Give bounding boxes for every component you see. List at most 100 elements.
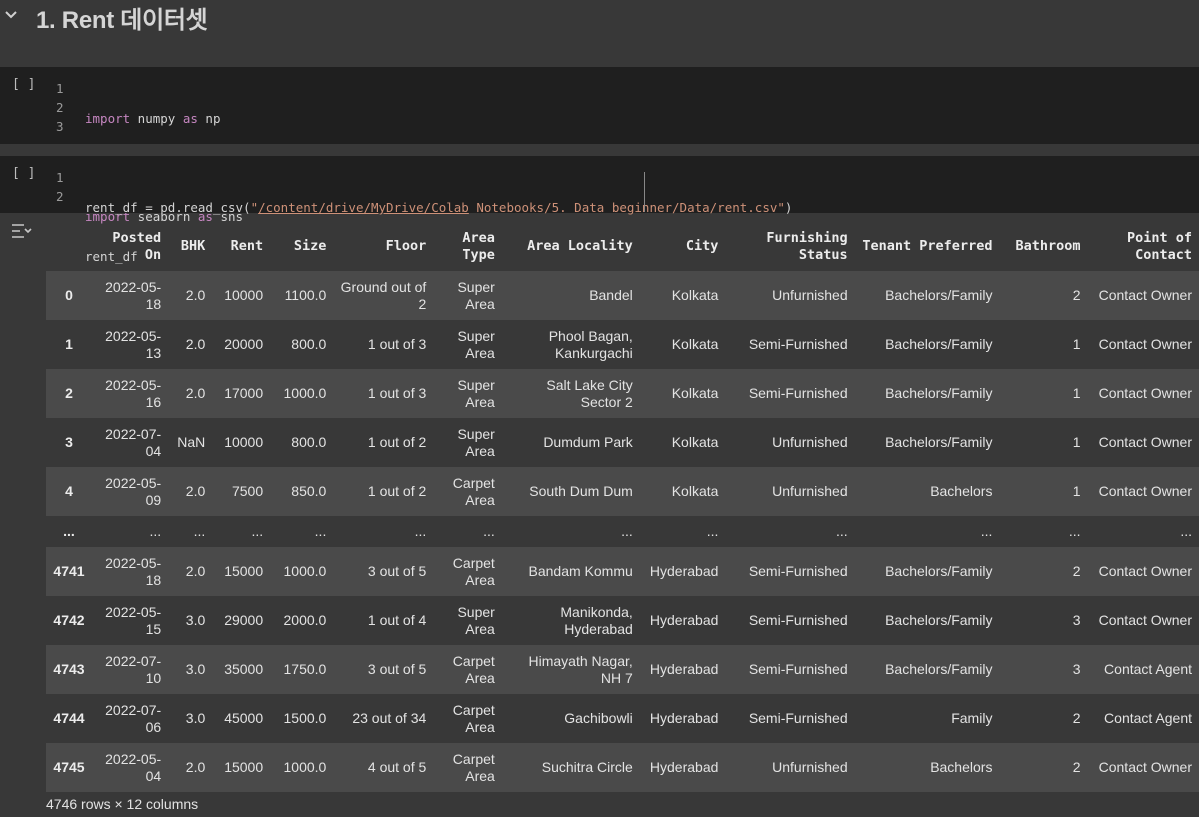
code-cell-2[interactable]: [ ] 1 2 rent_df = pd.read_csv("/content/… <box>0 156 1199 264</box>
table-cell: 2.0 <box>168 369 213 418</box>
table-cell: ... <box>999 516 1088 547</box>
column-header: Floor <box>385 238 427 254</box>
chevron-down-icon[interactable] <box>4 10 18 20</box>
table-cell: 850.0 <box>270 467 334 516</box>
column-header: Tenant Preferred <box>862 238 993 254</box>
column-header: Area Locality <box>527 238 633 254</box>
column-header: Area Type <box>462 229 495 263</box>
table-cell: 35000 <box>212 645 271 694</box>
table-cell: 2022-07-06 <box>92 694 169 743</box>
table-cell: Hyderabad <box>639 743 726 792</box>
table-cell: Bachelors/Family <box>854 596 1000 645</box>
table-cell: 3.0 <box>168 645 213 694</box>
table-cell: ... <box>168 516 213 547</box>
table-cell: 1000.0 <box>270 547 334 596</box>
table-cell: Contact Owner <box>1087 320 1199 369</box>
table-row: ....................................... <box>46 516 1199 547</box>
table-cell: 1 out of 4 <box>333 596 434 645</box>
table-cell: 1 out of 2 <box>333 467 434 516</box>
run-button[interactable]: [ ] <box>12 77 35 92</box>
section-title: 1. Rent 데이터셋 <box>36 7 208 34</box>
table-cell: Kolkata <box>639 369 726 418</box>
table-cell: Hyderabad <box>639 596 726 645</box>
table-cell: Bachelors/Family <box>854 645 1000 694</box>
dataframe-table: Posted On BHK Rent Size Floor Area Type Area L… <box>46 222 1199 792</box>
table-cell: Kolkata <box>639 320 726 369</box>
string-quote: " <box>250 200 259 215</box>
table-cell: 1000.0 <box>270 743 334 792</box>
table-cell: Carpet Area <box>433 694 502 743</box>
table-cell: Semi-Furnished <box>725 694 855 743</box>
table-cell: Super Area <box>433 596 502 645</box>
table-cell: 3.0 <box>168 694 213 743</box>
table-cell: Unfurnished <box>725 743 855 792</box>
table-cell: Kolkata <box>639 467 726 516</box>
table-cell: 23 out of 34 <box>333 694 434 743</box>
file-path-link[interactable]: /content/drive/MyDrive/Colab <box>258 200 469 215</box>
table-row: 0 2022-05-18 2.0 10000 1100.0 Ground out of 2… <box>46 271 1199 320</box>
table-cell: Bandam Kommu <box>501 547 640 596</box>
row-index: 4741 <box>46 547 92 596</box>
table-cell: Bachelors/Family <box>854 418 1000 467</box>
table-cell: 800.0 <box>270 320 334 369</box>
output-toggle-icon[interactable] <box>10 222 32 240</box>
keyword: as <box>182 111 198 126</box>
table-cell: 2 <box>999 743 1088 792</box>
run-button[interactable]: [ ] <box>12 166 35 181</box>
table-cell: 1 out of 3 <box>333 320 434 369</box>
column-header: Rent <box>230 238 264 254</box>
table-cell: 10000 <box>212 271 271 320</box>
table-cell: Unfurnished <box>725 467 855 516</box>
table-cell: 3 <box>999 596 1088 645</box>
text-cursor <box>644 172 645 212</box>
column-header: Point of Contact <box>1126 229 1192 263</box>
table-cell: 2022-05-04 <box>92 743 169 792</box>
table-cell: Contact Owner <box>1087 596 1199 645</box>
table-cell: ... <box>854 516 1000 547</box>
table-cell: Phool Bagan, Kankurgachi <box>501 320 640 369</box>
code-line: import numpy as np <box>85 109 243 128</box>
table-cell: 2022-05-18 <box>92 271 169 320</box>
table-cell: 1000.0 <box>270 369 334 418</box>
code-cell-1[interactable]: [ ] 1 2 3 import numpy as np import pand… <box>0 67 1199 224</box>
table-cell: 2 <box>999 271 1088 320</box>
table-cell: Contact Owner <box>1087 547 1199 596</box>
table-cell: 2022-05-15 <box>92 596 169 645</box>
line-number: 2 <box>56 100 64 115</box>
table-cell: Dumdum Park <box>501 418 640 467</box>
row-index: 4743 <box>46 645 92 694</box>
table-cell: 1500.0 <box>270 694 334 743</box>
column-header: Furnishing Status <box>766 229 848 263</box>
line-number: 3 <box>56 119 64 134</box>
row-index: 4 <box>46 467 92 516</box>
table-cell: Himayath Nagar, NH 7 <box>501 645 640 694</box>
table-cell: 1750.0 <box>270 645 334 694</box>
table-cell: ... <box>725 516 855 547</box>
row-index: 4744 <box>46 694 92 743</box>
code-text: numpy <box>130 111 183 126</box>
table-cell: ... <box>212 516 271 547</box>
table-cell: 3 <box>999 645 1088 694</box>
table-cell: Salt Lake City Sector 2 <box>501 369 640 418</box>
table-cell: South Dum Dum <box>501 467 640 516</box>
table-cell: 3 out of 5 <box>333 547 434 596</box>
table-cell: 1 out of 2 <box>333 418 434 467</box>
table-cell: 3.0 <box>168 596 213 645</box>
column-header: City <box>685 238 719 254</box>
table-cell: Hyderabad <box>639 547 726 596</box>
table-cell: Suchitra Circle <box>501 743 640 792</box>
table-row: 4741 2022-05-18 2.0 15000 1000.0 3 out of 5 Ca… <box>46 547 1199 596</box>
table-row: 4 2022-05-09 2.0 7500 850.0 1 out of 2 Carpet … <box>46 467 1199 516</box>
table-cell: Gachibowli <box>501 694 640 743</box>
table-cell: 2.0 <box>168 547 213 596</box>
table-cell: 1 out of 3 <box>333 369 434 418</box>
section-header: 1. Rent 데이터셋 <box>0 0 1199 34</box>
table-cell: Super Area <box>433 271 502 320</box>
table-cell: 3 out of 5 <box>333 645 434 694</box>
line-numbers: 1 2 <box>56 168 64 206</box>
table-row: 2 2022-05-16 2.0 17000 1000.0 1 out of 3 Super… <box>46 369 1199 418</box>
table-cell: Hyderabad <box>639 694 726 743</box>
table-cell: NaN <box>168 418 213 467</box>
table-cell: Carpet Area <box>433 743 502 792</box>
table-row: 3 2022-07-04 NaN 10000 800.0 1 out of 2 Super … <box>46 418 1199 467</box>
